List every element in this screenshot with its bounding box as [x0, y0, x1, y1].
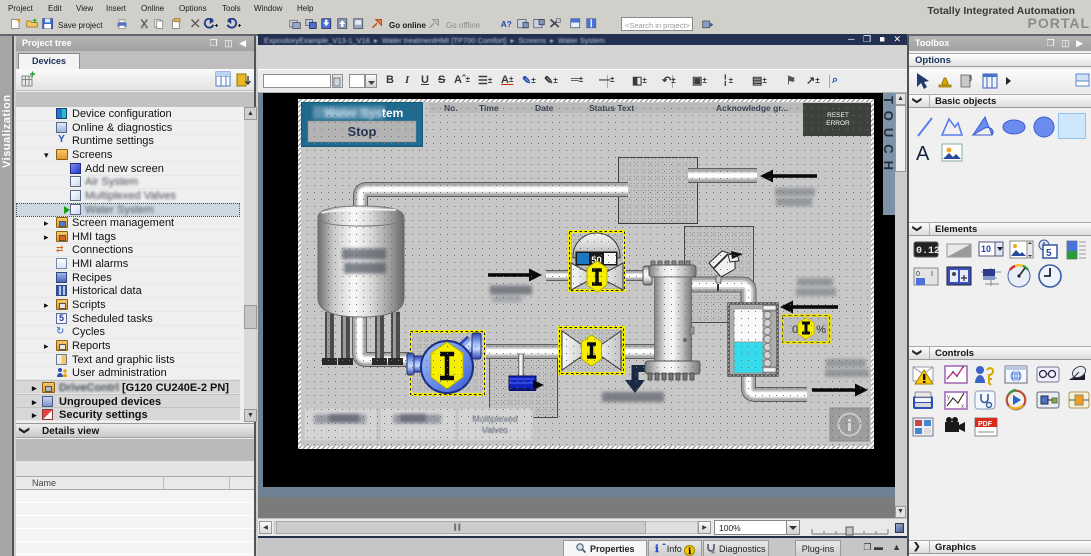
svg-text:Stop: Stop [348, 124, 377, 139]
svg-text:tem: tem [382, 106, 403, 120]
svg-text:PDF: PDF [978, 421, 993, 428]
svg-text:x: x [961, 404, 964, 410]
svg-text:A?: A? [501, 20, 512, 29]
svg-text:I: I [931, 271, 933, 278]
svg-text:Multiplexed: Multiplexed [472, 414, 518, 424]
svg-text:ℹ: ℹ [655, 544, 659, 554]
svg-text:A: A [916, 143, 930, 165]
svg-text:Valves: Valves [482, 425, 509, 435]
svg-text:RESET: RESET [827, 112, 849, 119]
svg-text:0: 0 [916, 271, 920, 278]
svg-text:Water Sys: Water Sys [324, 106, 382, 120]
svg-text:Date: Date [535, 103, 554, 113]
svg-text:0: 0 [792, 324, 798, 336]
svg-text:Time: Time [479, 103, 499, 113]
svg-text:No.: No. [444, 103, 458, 113]
svg-text:0.12: 0.12 [916, 246, 940, 257]
svg-text:Status Text: Status Text [589, 103, 634, 113]
svg-text:5: 5 [1046, 248, 1052, 259]
svg-text:%: % [816, 324, 826, 336]
svg-text:Acknowledge gr...: Acknowledge gr... [716, 103, 788, 113]
svg-text:y: y [947, 395, 950, 401]
svg-text:ERROR: ERROR [826, 120, 850, 127]
svg-text:10: 10 [981, 244, 991, 254]
